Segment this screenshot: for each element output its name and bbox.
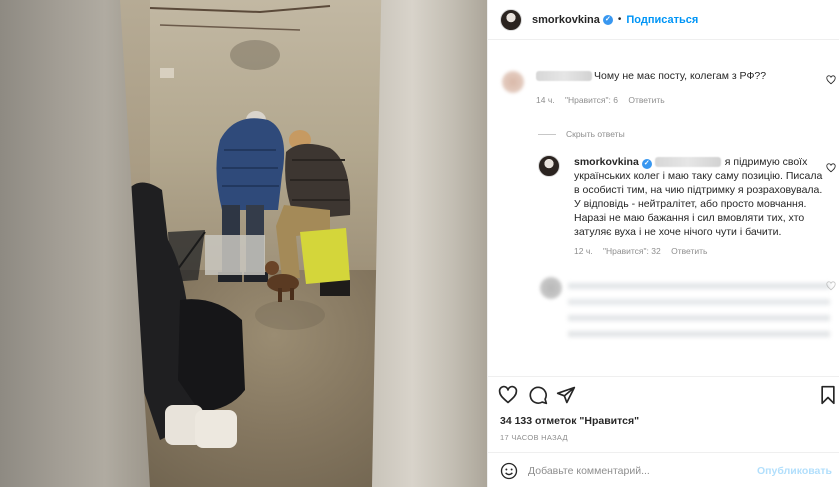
photo-wall-right <box>372 0 487 487</box>
reply-line: У відповідь - нейтралітет, або просто мо… <box>574 198 807 210</box>
comment-input[interactable]: Добавьте комментарий... <box>528 465 650 477</box>
author-avatar[interactable] <box>500 8 522 31</box>
comments-list[interactable]: Чому не має посту, колегам з РФ?? 14 ч. … <box>488 41 839 373</box>
comment-icon[interactable] <box>528 385 548 405</box>
reply-line: в особисті тим, на чию підтримку я розра… <box>574 184 823 196</box>
post-actions: 34 133 отметок "Нравится" 17 ЧАСОВ НАЗАД… <box>488 376 839 486</box>
add-comment-bar: Добавьте комментарий... Опубликовать <box>488 452 839 487</box>
reply-line: я підримую своїх <box>724 156 808 168</box>
commenter-avatar[interactable] <box>502 71 524 93</box>
reply-body: smorkovkina ✓ я підримую своїх українських… <box>574 155 824 239</box>
reply-line: затуляє вуха і не хоче нічого чути і бач… <box>574 226 782 238</box>
reply-first-line: smorkovkina ✓ я підримую своїх <box>574 155 824 169</box>
reply-time[interactable]: 12 ч. <box>574 246 593 256</box>
reply-line: Наразі не маю бажання і сил вмовляти тих… <box>574 212 805 224</box>
comment-reply-button[interactable]: Ответить <box>628 95 664 105</box>
post-comment-button[interactable]: Опубликовать <box>757 465 832 477</box>
separator-dot: • <box>617 14 622 25</box>
bookmark-icon[interactable] <box>818 385 838 405</box>
verified-badge-icon: ✓ <box>641 159 652 169</box>
author-username[interactable]: smorkovkina <box>532 14 600 26</box>
comment-meta: 14 ч. "Нравится": 6 Ответить <box>536 95 673 105</box>
blurred-comment-text <box>568 275 830 365</box>
comment-time[interactable]: 14 ч. <box>536 95 555 105</box>
post-side-panel: smorkovkina ✓ • Подписаться Чому не має … <box>487 0 839 487</box>
likes-count[interactable]: 34 133 отметок "Нравится" <box>500 415 639 427</box>
comment-likes[interactable]: "Нравится": 6 <box>565 95 618 105</box>
reply-reply-button[interactable]: Ответить <box>671 246 707 256</box>
commenter-username-blurred[interactable] <box>536 71 592 81</box>
post-header: smorkovkina ✓ • Подписаться <box>488 0 839 40</box>
reply-meta: 12 ч. "Нравится": 32 Ответить <box>574 246 715 256</box>
hide-replies-toggle[interactable]: Скрыть ответы <box>538 129 625 139</box>
hide-replies-label[interactable]: Скрыть ответы <box>566 129 625 139</box>
heart-icon[interactable] <box>498 385 518 405</box>
reply-line: українських колег і маю таку саму позиці… <box>574 170 823 182</box>
paper-plane-icon[interactable] <box>556 385 576 405</box>
mentioned-username-blurred[interactable] <box>654 157 721 168</box>
comment-like-heart-icon[interactable] <box>826 75 836 85</box>
comment-text: Чому не має посту, колегам з РФ?? <box>594 70 767 82</box>
blurred-comment-heart-icon[interactable] <box>826 281 836 291</box>
blurred-commenter-avatar[interactable] <box>540 277 562 299</box>
reply-like-heart-icon[interactable] <box>826 163 836 173</box>
post-time-ago[interactable]: 17 ЧАСОВ НАЗАД <box>500 433 568 442</box>
follow-button[interactable]: Подписаться <box>626 14 698 26</box>
reply-author-avatar[interactable] <box>538 155 560 177</box>
verified-badge-icon: ✓ <box>602 14 613 25</box>
reply-likes[interactable]: "Нравится": 32 <box>603 246 661 256</box>
reply-username[interactable]: smorkovkina <box>574 156 639 168</box>
smiley-icon[interactable] <box>500 462 518 480</box>
post-photo[interactable] <box>0 0 487 487</box>
hide-replies-line <box>538 133 556 135</box>
